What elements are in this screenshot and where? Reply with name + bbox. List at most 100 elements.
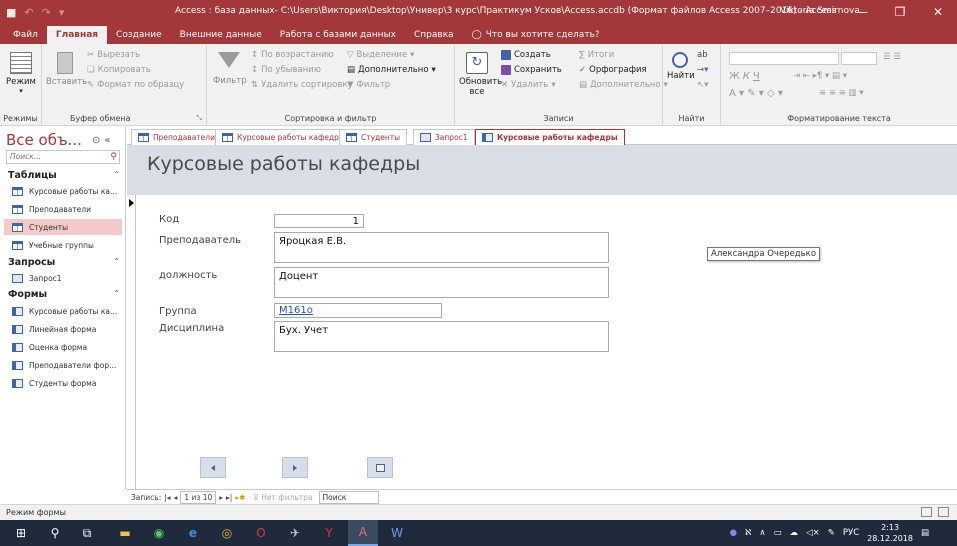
redo-icon[interactable]: ↷ xyxy=(42,6,51,19)
tell-me-box[interactable]: ◯ Что вы хотите сделать? xyxy=(463,26,609,44)
app-icon-2[interactable]: ✈ xyxy=(280,520,310,546)
restore-icon[interactable]: ❐ xyxy=(881,0,919,24)
doc-tab-students[interactable]: Студенты xyxy=(339,129,408,145)
font-name-select[interactable] xyxy=(729,52,839,65)
copy-button[interactable]: ❏ Копировать xyxy=(87,65,151,75)
nav-item-form[interactable]: Курсовые работы ка... xyxy=(4,303,122,319)
app-icon[interactable]: ◉ xyxy=(144,520,174,546)
nav-search-input[interactable]: Поиск... ⚲ xyxy=(6,150,120,164)
tab-create[interactable]: Создание xyxy=(107,26,171,44)
nav-item-query[interactable]: Запрос1 xyxy=(4,270,122,286)
field-discipline[interactable]: Бух. Учет xyxy=(274,321,609,352)
minimize-icon[interactable]: — xyxy=(843,0,881,24)
undo-icon[interactable]: ↶ xyxy=(24,6,33,19)
yandex-browser-icon[interactable]: Y xyxy=(314,520,344,546)
last-record-icon[interactable]: ▸| xyxy=(226,493,232,502)
search-icon[interactable]: ⚲ xyxy=(40,520,70,546)
nav-item-form[interactable]: Оценка форма xyxy=(4,339,122,355)
format-painter-button[interactable]: ✎ Формат по образцу xyxy=(87,80,184,90)
delete-record-button[interactable]: ✕ Удалить ▾ xyxy=(501,80,556,90)
close-icon[interactable]: ✕ xyxy=(919,0,957,24)
goto-icon[interactable]: →▾ xyxy=(697,65,708,75)
search-icon[interactable]: ⚲ xyxy=(110,151,117,163)
edge-browser-icon[interactable]: e xyxy=(178,520,208,546)
remove-sort-button[interactable]: ⇅ Удалить сортировку xyxy=(251,80,353,90)
toggle-filter-button[interactable]: ▼ Фильтр xyxy=(347,80,390,90)
find-button[interactable]: Найти xyxy=(667,52,695,81)
access-app-icon[interactable]: A xyxy=(348,520,378,546)
sort-descending-button[interactable]: ↕ По убыванию xyxy=(251,65,321,75)
task-view-icon[interactable]: ⧉ xyxy=(72,520,102,546)
filter-button[interactable]: Фильтр xyxy=(213,52,247,86)
onedrive-icon[interactable]: ☁ xyxy=(790,528,799,538)
form-action-button[interactable] xyxy=(367,457,393,478)
file-explorer-icon[interactable]: ▬ xyxy=(110,520,140,546)
battery-icon[interactable]: ▭ xyxy=(774,528,782,538)
select-icon[interactable]: ↖▾ xyxy=(697,80,708,90)
record-search-input[interactable]: Поиск xyxy=(318,490,379,504)
font-size-select[interactable] xyxy=(841,52,877,65)
tab-help[interactable]: Справка xyxy=(405,26,463,44)
language-indicator[interactable]: РУС xyxy=(843,528,859,538)
paste-button[interactable]: Вставить xyxy=(46,52,87,87)
previous-record-button[interactable] xyxy=(200,457,226,478)
nav-group-tables[interactable]: Таблицы ⌃ xyxy=(8,170,120,181)
more-records-button[interactable]: ▤ Дополнительно ▾ xyxy=(579,80,668,90)
field-position[interactable]: Доцент xyxy=(274,267,609,298)
font-color-icon[interactable]: A ▾ ✎ ▾ ◇ ▾ xyxy=(729,88,783,99)
nav-pane-title[interactable]: Все объ... xyxy=(6,131,82,149)
chevron-down-icon[interactable]: ⊙ xyxy=(92,135,104,146)
nav-item-form[interactable]: Студенты форма xyxy=(4,375,122,391)
windows-start-icon[interactable]: ⊞ xyxy=(6,520,36,546)
clock[interactable]: 2:13 28.12.2018 xyxy=(867,522,913,544)
next-record-button[interactable] xyxy=(282,457,308,478)
advanced-filter-button[interactable]: ▤ Дополнительно ▾ xyxy=(347,65,436,75)
next-record-icon[interactable]: ▸ xyxy=(219,493,223,502)
volume-icon[interactable]: ◁× xyxy=(806,528,820,538)
save-record-button[interactable]: Сохранить xyxy=(501,65,562,75)
tab-file[interactable]: Файл xyxy=(4,26,47,44)
field-group[interactable]: М161о xyxy=(274,303,442,318)
nav-item-form[interactable]: Преподаватели фор... xyxy=(4,357,122,373)
field-code[interactable]: 1 xyxy=(274,214,364,228)
nav-group-queries[interactable]: Запросы ⌃ xyxy=(8,257,120,268)
tab-external-data[interactable]: Внешние данные xyxy=(171,26,271,44)
nav-item-table[interactable]: Преподаватели xyxy=(4,201,122,217)
doc-tab-query1[interactable]: Запрос1 xyxy=(413,129,475,145)
word-app-icon[interactable]: W xyxy=(382,520,412,546)
bold-icon[interactable]: Ж К Ч xyxy=(729,71,760,82)
align-icon[interactable]: ≡ ≡ ≡ ▥ ▾ xyxy=(819,88,863,98)
refresh-all-button[interactable]: ↻ Обновить все xyxy=(459,52,502,97)
cut-button[interactable]: ✂ Вырезать xyxy=(87,50,140,60)
tab-database-tools[interactable]: Работа с базами данных xyxy=(271,26,405,44)
doc-tab-teachers[interactable]: Преподаватели xyxy=(131,129,222,145)
nav-group-forms[interactable]: Формы ⌃ xyxy=(8,289,120,300)
nav-item-table[interactable]: Курсовые работы ка... xyxy=(4,183,122,199)
nav-item-table-selected[interactable]: Студенты xyxy=(4,219,122,235)
spelling-button[interactable]: ✓ Орфография xyxy=(579,65,647,75)
collapse-pane-icon[interactable]: « xyxy=(104,135,114,146)
filter-status[interactable]: ⊽ Нет фильтра xyxy=(253,493,312,502)
prev-record-icon[interactable]: ◂ xyxy=(174,493,178,502)
replace-icon[interactable]: ab xyxy=(697,50,708,60)
tray-chevron-icon[interactable]: ∧ xyxy=(759,528,765,538)
form-view-icon[interactable] xyxy=(921,507,932,517)
nav-item-table[interactable]: Учебные группы xyxy=(4,237,122,253)
first-record-icon[interactable]: |◂ xyxy=(164,493,170,502)
selection-button[interactable]: ▽ Выделение ▾ xyxy=(347,50,414,60)
record-selector[interactable] xyxy=(127,195,136,489)
tray-app-icon[interactable]: ● xyxy=(730,528,737,538)
layout-view-icon[interactable] xyxy=(938,507,949,517)
field-teacher[interactable]: Яроцкая Е.В. xyxy=(274,232,609,263)
notifications-icon[interactable]: ▤ xyxy=(921,528,929,538)
customize-qat-icon[interactable]: ▾ xyxy=(59,6,65,19)
record-position-input[interactable]: 1 из 10 xyxy=(180,490,217,504)
new-record-button[interactable]: Создать xyxy=(501,50,551,60)
pen-icon[interactable]: ✎ xyxy=(828,528,835,538)
doc-tab-coursework-form[interactable]: Курсовые работы кафедры xyxy=(475,129,625,146)
view-button[interactable]: Режим ▾ xyxy=(4,52,38,95)
sort-ascending-button[interactable]: ↕ По возрастанию xyxy=(251,50,334,60)
doc-tab-coursework-table[interactable]: Курсовые работы кафедры xyxy=(215,129,352,145)
new-record-icon[interactable]: ▸✱ xyxy=(235,493,245,502)
chrome-browser-icon[interactable]: ◎ xyxy=(212,520,242,546)
